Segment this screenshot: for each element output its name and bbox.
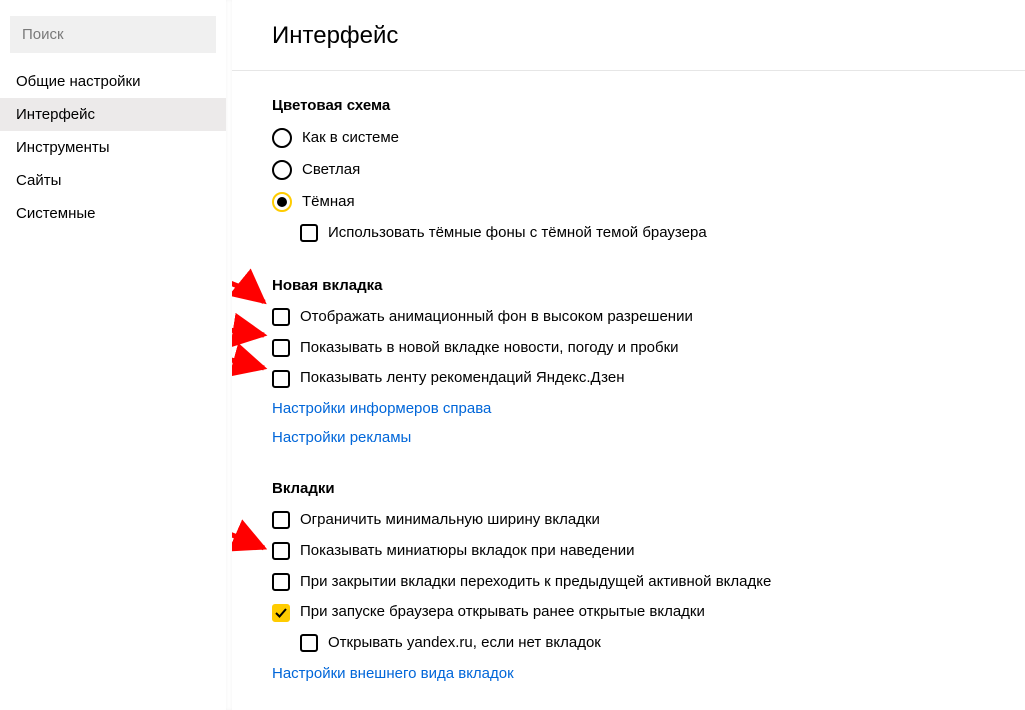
checkbox-label: Показывать ленту рекомендаций Яндекс.Дзе… (300, 369, 625, 388)
checkbox-row-dark-backgrounds[interactable]: Использовать тёмные фоны с тёмной темой … (300, 224, 995, 243)
section-color-scheme: Цветовая схема Как в системе Светлая Тём… (272, 97, 995, 243)
radio-icon (272, 160, 292, 180)
section-title-color-scheme: Цветовая схема (272, 97, 995, 114)
checkbox-row-prev-active-tab[interactable]: При закрытии вкладки переходить к предыд… (272, 573, 995, 592)
sidebar-item-system[interactable]: Системные (0, 197, 226, 230)
page-title: Интерфейс (272, 22, 995, 50)
radio-icon (272, 192, 292, 212)
radio-label: Светлая (302, 161, 360, 180)
section-tabs: Вкладки Ограничить минимальную ширину вк… (272, 480, 995, 682)
section-title-new-tab: Новая вкладка (272, 277, 995, 294)
checkbox-icon (300, 224, 318, 242)
sidebar-item-interface[interactable]: Интерфейс (0, 98, 226, 131)
radio-icon (272, 128, 292, 148)
checkbox-icon (272, 604, 290, 622)
sidebar-nav: Общие настройки Интерфейс Инструменты Са… (0, 65, 226, 230)
checkbox-icon (272, 308, 290, 326)
checkbox-label: Показывать в новой вкладке новости, пого… (300, 339, 679, 358)
sidebar-item-sites[interactable]: Сайты (0, 164, 226, 197)
radio-row-system[interactable]: Как в системе (272, 128, 995, 148)
checkbox-label: Открывать yandex.ru, если нет вкладок (328, 634, 601, 653)
link-ad-settings[interactable]: Настройки рекламы (272, 429, 995, 446)
checkbox-row-open-yandex[interactable]: Открывать yandex.ru, если нет вкладок (300, 634, 995, 653)
sidebar-item-general[interactable]: Общие настройки (0, 65, 226, 98)
checkbox-row-min-tab-width[interactable]: Ограничить минимальную ширину вкладки (272, 511, 995, 530)
settings-sidebar: Поиск Общие настройки Интерфейс Инструме… (0, 0, 226, 710)
horizontal-rule (232, 70, 1025, 71)
checkbox-row-zen-feed[interactable]: Показывать ленту рекомендаций Яндекс.Дзе… (272, 369, 995, 388)
checkbox-row-anim-bg[interactable]: Отображать анимационный фон в высоком ра… (272, 308, 995, 327)
checkbox-row-restore-tabs[interactable]: При запуске браузера открывать ранее отк… (272, 603, 995, 622)
checkbox-icon (272, 339, 290, 357)
checkbox-label: При запуске браузера открывать ранее отк… (300, 603, 705, 622)
checkbox-label: Использовать тёмные фоны с тёмной темой … (328, 224, 707, 243)
sidebar-item-tools[interactable]: Инструменты (0, 131, 226, 164)
checkbox-row-news-weather[interactable]: Показывать в новой вкладке новости, пого… (272, 339, 995, 358)
checkbox-icon (272, 370, 290, 388)
radio-row-dark[interactable]: Тёмная (272, 192, 995, 212)
search-input[interactable]: Поиск (10, 16, 216, 53)
radio-label: Тёмная (302, 193, 355, 212)
checkbox-icon (272, 573, 290, 591)
app-root: Поиск Общие настройки Интерфейс Инструме… (0, 0, 1025, 710)
settings-main: Интерфейс Цветовая схема Как в системе С… (232, 0, 1025, 710)
checkbox-label: Показывать миниатюры вкладок при наведен… (300, 542, 635, 561)
link-tab-appearance[interactable]: Настройки внешнего вида вкладок (272, 665, 995, 682)
checkbox-label: Отображать анимационный фон в высоком ра… (300, 308, 693, 327)
checkbox-label: Ограничить минимальную ширину вкладки (300, 511, 600, 530)
checkbox-icon (300, 634, 318, 652)
link-informers-settings[interactable]: Настройки информеров справа (272, 400, 995, 417)
checkbox-icon (272, 542, 290, 560)
radio-row-light[interactable]: Светлая (272, 160, 995, 180)
checkbox-icon (272, 511, 290, 529)
radio-label: Как в системе (302, 129, 399, 148)
section-new-tab: Новая вкладка Отображать анимационный фо… (272, 277, 995, 446)
section-title-tabs: Вкладки (272, 480, 995, 497)
checkbox-label: При закрытии вкладки переходить к предыд… (300, 573, 771, 592)
checkbox-row-tab-previews[interactable]: Показывать миниатюры вкладок при наведен… (272, 542, 995, 561)
